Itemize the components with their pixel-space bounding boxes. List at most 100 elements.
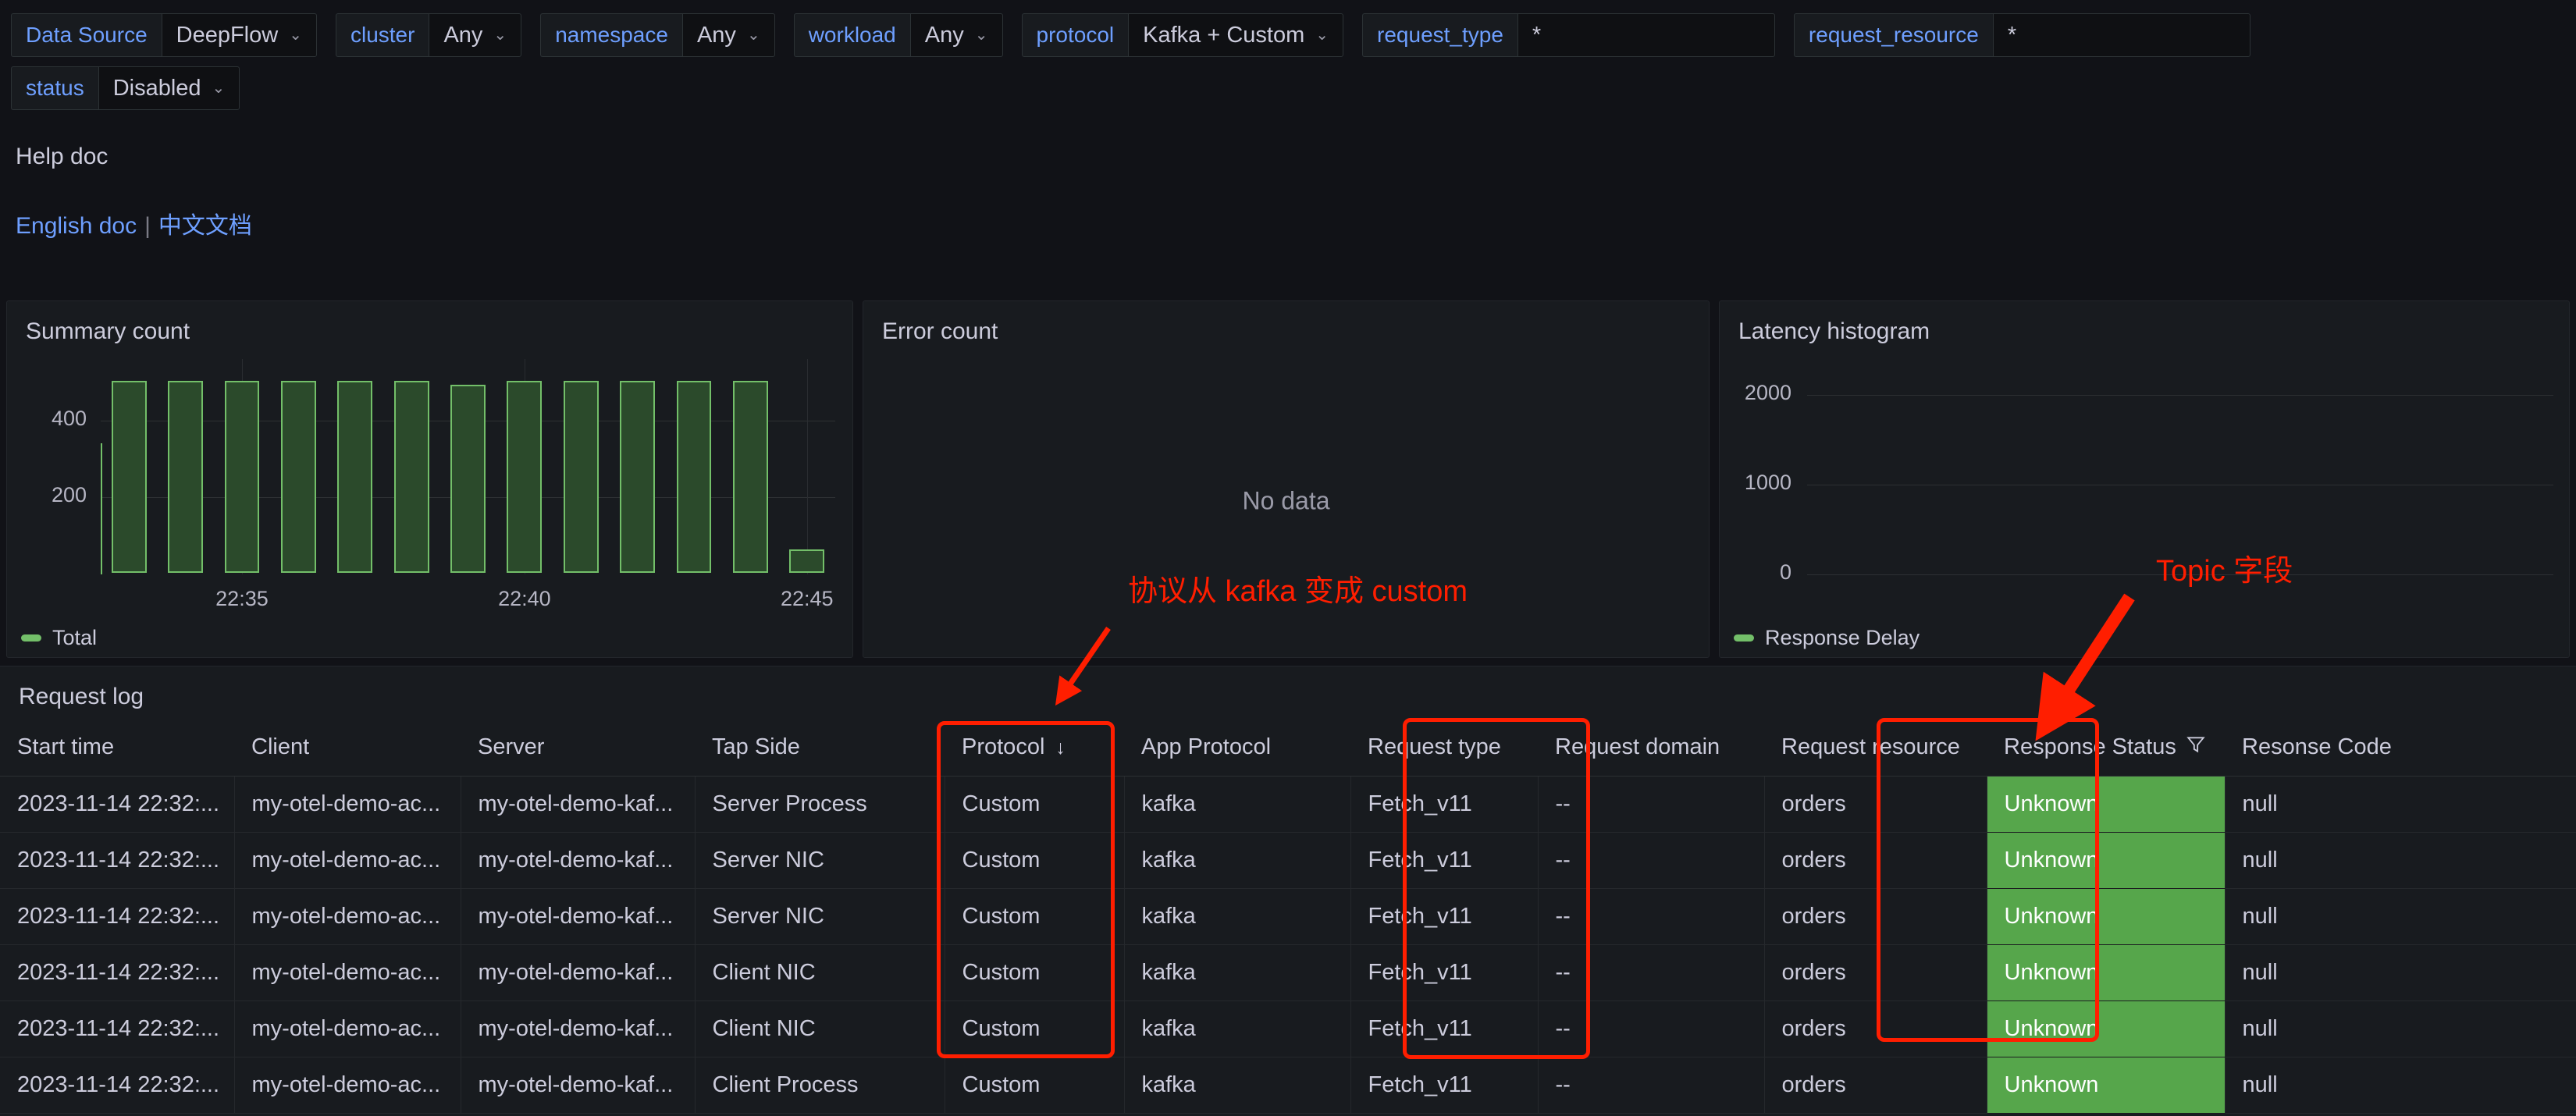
- cell-tap_side[interactable]: Server Process: [695, 776, 945, 833]
- cell-server[interactable]: my-otel-demo-kaf...: [461, 1000, 696, 1057]
- cell-app_protocol[interactable]: kafka: [1124, 1000, 1351, 1057]
- table-row[interactable]: 2023-11-14 22:32:... my-otel-demo-ac... my…: [0, 1000, 2576, 1057]
- cell-protocol[interactable]: Custom: [945, 888, 1125, 945]
- cell-client[interactable]: my-otel-demo-ac...: [234, 944, 461, 1001]
- variable-value-status[interactable]: Disabled ⌄: [98, 66, 240, 110]
- cell-client[interactable]: my-otel-demo-ac...: [234, 1000, 461, 1057]
- column-header-protocol[interactable]: Protocol ↓: [945, 720, 1124, 777]
- cell-client[interactable]: my-otel-demo-ac...: [234, 1057, 461, 1114]
- cell-response_code[interactable]: null: [2225, 944, 2576, 1001]
- cell-response_status[interactable]: Unknown: [1987, 1000, 2226, 1057]
- english-doc-link[interactable]: English doc: [16, 213, 137, 239]
- variable-value-protocol[interactable]: Kafka + Custom ⌄: [1128, 13, 1344, 57]
- table-row[interactable]: 2023-11-14 22:32:... my-otel-demo-ac... my…: [0, 832, 2576, 889]
- latency-histogram-chart[interactable]: 0 1000 2000 Response Delay: [1720, 345, 2569, 657]
- bar[interactable]: [111, 380, 147, 573]
- sort-descending-icon[interactable]: ↓: [1055, 737, 1066, 759]
- legend-label[interactable]: Response Delay: [1765, 626, 1920, 650]
- cell-server[interactable]: my-otel-demo-kaf...: [461, 776, 696, 833]
- cell-protocol[interactable]: Custom: [945, 1000, 1125, 1057]
- bar[interactable]: [168, 380, 203, 573]
- cell-request_resource[interactable]: orders: [1764, 888, 1987, 945]
- cell-request_resource[interactable]: orders: [1764, 944, 1987, 1001]
- cell-request_resource[interactable]: orders: [1764, 1057, 1987, 1114]
- cell-app_protocol[interactable]: kafka: [1124, 1057, 1351, 1114]
- cell-response_code[interactable]: null: [2225, 776, 2576, 833]
- variable-value-workload[interactable]: Any ⌄: [909, 13, 1003, 57]
- bar[interactable]: [620, 380, 656, 573]
- summary-count-chart[interactable]: 200 400 22:35 22:40 22:45 Total: [7, 345, 852, 657]
- cell-request_type[interactable]: Fetch_v11: [1350, 1057, 1539, 1114]
- cell-start_time[interactable]: 2023-11-14 22:32:...: [0, 1000, 235, 1057]
- cell-start_time[interactable]: 2023-11-14 22:32:...: [0, 776, 235, 833]
- cell-request_resource[interactable]: orders: [1764, 1000, 1987, 1057]
- bar[interactable]: [563, 380, 599, 573]
- table-row[interactable]: 2023-11-14 22:32:... my-otel-demo-ac... my…: [0, 776, 2576, 833]
- cell-response_code[interactable]: null: [2225, 1057, 2576, 1114]
- bar[interactable]: [789, 549, 825, 573]
- cell-client[interactable]: my-otel-demo-ac...: [234, 776, 461, 833]
- cell-request_domain[interactable]: --: [1538, 888, 1765, 945]
- cell-start_time[interactable]: 2023-11-14 22:32:...: [0, 832, 235, 889]
- cell-response_status[interactable]: Unknown: [1987, 888, 2226, 945]
- cell-request_domain[interactable]: --: [1538, 776, 1765, 833]
- bar[interactable]: [393, 380, 429, 573]
- table-row[interactable]: 2023-11-14 22:32:... my-otel-demo-ac... my…: [0, 888, 2576, 945]
- cell-tap_side[interactable]: Client Process: [695, 1057, 945, 1114]
- column-header-tap_side[interactable]: Tap Side: [695, 720, 945, 777]
- bar[interactable]: [732, 380, 768, 573]
- cell-server[interactable]: my-otel-demo-kaf...: [461, 1057, 696, 1114]
- filter-icon[interactable]: [2186, 734, 2206, 761]
- cell-tap_side[interactable]: Client NIC: [695, 944, 945, 1001]
- cell-tap_side[interactable]: Server NIC: [695, 888, 945, 945]
- cell-request_domain[interactable]: --: [1538, 1057, 1765, 1114]
- variable-value-request-type[interactable]: *: [1517, 13, 1775, 57]
- cell-request_domain[interactable]: --: [1538, 832, 1765, 889]
- chinese-doc-link[interactable]: 中文文档: [158, 213, 252, 239]
- variable-value-cluster[interactable]: Any ⌄: [429, 13, 522, 57]
- cell-request_type[interactable]: Fetch_v11: [1350, 776, 1539, 833]
- column-header-server[interactable]: Server: [461, 720, 695, 777]
- column-header-app_protocol[interactable]: App Protocol: [1124, 720, 1350, 777]
- variable-value-namespace[interactable]: Any ⌄: [681, 13, 775, 57]
- cell-tap_side[interactable]: Client NIC: [695, 1000, 945, 1057]
- column-header-start_time[interactable]: Start time: [0, 720, 234, 777]
- variable-value-data-source[interactable]: DeepFlow ⌄: [161, 13, 317, 57]
- cell-client[interactable]: my-otel-demo-ac...: [234, 832, 461, 889]
- cell-app_protocol[interactable]: kafka: [1124, 832, 1351, 889]
- cell-response_code[interactable]: null: [2225, 1000, 2576, 1057]
- variable-value-request-resource[interactable]: *: [1992, 13, 2250, 57]
- panel-summary-count[interactable]: Summary count 200 400 22:35 22:40 22:45 Total: [6, 300, 853, 658]
- cell-response_status[interactable]: Unknown: [1987, 944, 2226, 1001]
- bar[interactable]: [224, 380, 260, 573]
- column-header-request_resource[interactable]: Request resource: [1764, 720, 1987, 777]
- cell-request_type[interactable]: Fetch_v11: [1350, 832, 1539, 889]
- column-header-response_status[interactable]: Response Status: [1987, 720, 2225, 777]
- cell-protocol[interactable]: Custom: [945, 944, 1125, 1001]
- cell-start_time[interactable]: 2023-11-14 22:32:...: [0, 1057, 235, 1114]
- column-header-request_type[interactable]: Request type: [1350, 720, 1538, 777]
- bar[interactable]: [450, 384, 486, 573]
- bar[interactable]: [507, 380, 543, 573]
- cell-app_protocol[interactable]: kafka: [1124, 944, 1351, 1001]
- cell-tap_side[interactable]: Server NIC: [695, 832, 945, 889]
- cell-response_code[interactable]: null: [2225, 832, 2576, 889]
- bar[interactable]: [676, 380, 712, 573]
- cell-response_code[interactable]: null: [2225, 888, 2576, 945]
- cell-app_protocol[interactable]: kafka: [1124, 888, 1351, 945]
- cell-protocol[interactable]: Custom: [945, 776, 1125, 833]
- cell-request_resource[interactable]: orders: [1764, 776, 1987, 833]
- cell-client[interactable]: my-otel-demo-ac...: [234, 888, 461, 945]
- cell-request_domain[interactable]: --: [1538, 944, 1765, 1001]
- cell-server[interactable]: my-otel-demo-kaf...: [461, 944, 696, 1001]
- panel-latency-histogram[interactable]: Latency histogram 0 1000 2000 Response Dela…: [1719, 300, 2570, 658]
- cell-app_protocol[interactable]: kafka: [1124, 776, 1351, 833]
- bar[interactable]: [337, 380, 373, 573]
- table-row[interactable]: 2023-11-14 22:32:... my-otel-demo-ac... my…: [0, 1057, 2576, 1114]
- cell-response_status[interactable]: Unknown: [1987, 776, 2226, 833]
- cell-start_time[interactable]: 2023-11-14 22:32:...: [0, 888, 235, 945]
- cell-request_domain[interactable]: --: [1538, 1000, 1765, 1057]
- legend-label[interactable]: Total: [52, 626, 97, 650]
- cell-response_status[interactable]: Unknown: [1987, 832, 2226, 889]
- cell-request_resource[interactable]: orders: [1764, 832, 1987, 889]
